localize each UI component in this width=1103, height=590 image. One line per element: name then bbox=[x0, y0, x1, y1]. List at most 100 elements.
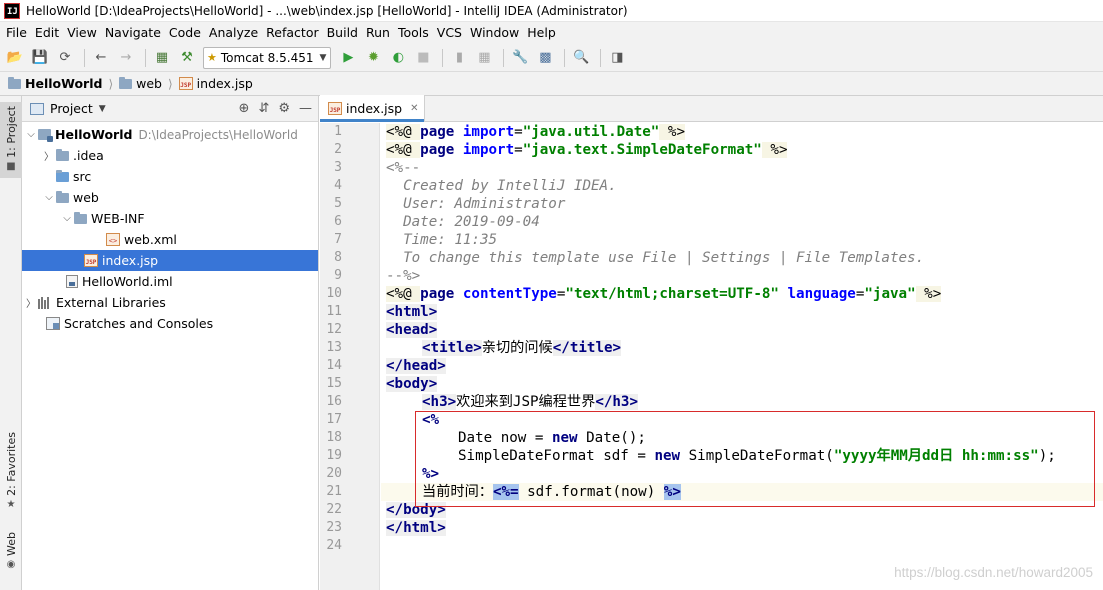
sync-icon[interactable]: ⟳ bbox=[54, 47, 76, 69]
build-module-icon[interactable]: ▦ bbox=[151, 47, 173, 69]
menu-file[interactable]: File bbox=[2, 22, 31, 44]
menu-tools[interactable]: Tools bbox=[394, 22, 433, 44]
debug-icon[interactable]: ✹ bbox=[362, 47, 384, 69]
menu-help[interactable]: Help bbox=[523, 22, 560, 44]
profiler-icon[interactable]: ▦ bbox=[473, 47, 495, 69]
menu-vcs[interactable]: VCS bbox=[433, 22, 466, 44]
operator: = bbox=[514, 124, 523, 140]
collapse-all-icon[interactable]: ⇵ bbox=[258, 101, 269, 116]
menu-view[interactable]: View bbox=[63, 22, 101, 44]
chevron-down-icon[interactable]: ⌵ bbox=[24, 129, 38, 140]
toolbar-separator bbox=[442, 48, 444, 67]
favorites-tool-tab[interactable]: 2: Favorites ★ bbox=[0, 432, 22, 518]
directive-close: %> bbox=[915, 286, 942, 302]
breadcrumb-web[interactable]: web bbox=[119, 76, 162, 91]
chevron-down-icon[interactable]: ⌵ bbox=[60, 213, 74, 224]
project-tool-tab[interactable]: 1: Project ■ bbox=[0, 102, 22, 178]
hammer-icon[interactable]: ⚒ bbox=[176, 47, 198, 69]
tree-item-index-jsp[interactable]: JSP index.jsp bbox=[22, 250, 318, 271]
directive-close: %> bbox=[761, 142, 788, 158]
menu-window[interactable]: Window bbox=[466, 22, 523, 44]
close-icon[interactable]: ✕ bbox=[410, 103, 418, 114]
search-icon[interactable]: 🔍 bbox=[570, 47, 592, 69]
chevron-right-icon[interactable]: 〉 bbox=[42, 148, 56, 163]
line-number: 9 bbox=[334, 268, 342, 283]
tab-index-jsp[interactable]: JSP index.jsp ✕ bbox=[320, 95, 426, 122]
tree-item-web-inf[interactable]: ⌵ WEB-INF bbox=[22, 208, 318, 229]
forward-arrow-icon[interactable]: → bbox=[115, 47, 137, 69]
html-tag: </head> bbox=[386, 358, 446, 374]
tree-item-scratches[interactable]: Scratches and Consoles bbox=[22, 313, 318, 334]
tree-item-label: WEB-INF bbox=[91, 211, 145, 226]
code-line: <%-- bbox=[386, 160, 421, 176]
tomcat-icon: ★ bbox=[207, 51, 217, 64]
code-line: <%@ page import="java.util.Date" %> bbox=[386, 123, 685, 141]
menu-build[interactable]: Build bbox=[323, 22, 362, 44]
jsp-file-icon: JSP bbox=[328, 101, 342, 115]
operator: = bbox=[514, 142, 523, 158]
tree-item-helloworld[interactable]: ⌵ HelloWorld D:\IdeaProjects\HelloWorld bbox=[22, 124, 318, 145]
code-line: Time: 11:35 bbox=[386, 232, 498, 248]
tree-item-web[interactable]: ⌵ web bbox=[22, 187, 318, 208]
tree-item-label: HelloWorld bbox=[55, 127, 133, 142]
chevron-right-icon[interactable]: 〉 bbox=[24, 295, 38, 310]
code-line: To change this template use File | Setti… bbox=[386, 250, 925, 266]
run-icon[interactable]: ▶ bbox=[337, 47, 359, 69]
iml-file-icon bbox=[66, 275, 78, 288]
toolbar-separator bbox=[84, 48, 85, 67]
line-number: 15 bbox=[326, 376, 342, 391]
back-arrow-icon[interactable]: ← bbox=[90, 47, 112, 69]
library-icon bbox=[38, 296, 52, 309]
menu-refactor[interactable]: Refactor bbox=[262, 22, 322, 44]
menu-run[interactable]: Run bbox=[362, 22, 394, 44]
code-line: <head> bbox=[386, 321, 438, 339]
folder-icon: ■ bbox=[6, 160, 16, 172]
settings-wrench-icon[interactable]: 🔧 bbox=[509, 47, 531, 69]
tree-item-web-xml[interactable]: <> web.xml bbox=[22, 229, 318, 250]
presentation-icon[interactable]: ◨ bbox=[606, 47, 628, 69]
locate-file-icon[interactable]: ⊕ bbox=[239, 101, 250, 116]
line-number: 18 bbox=[326, 430, 342, 445]
tree-item-src[interactable]: src bbox=[22, 166, 318, 187]
line-number: 2 bbox=[334, 142, 342, 157]
tree-item-external-libraries[interactable]: 〉 External Libraries bbox=[22, 292, 318, 313]
tree-item-label: Scratches and Consoles bbox=[64, 316, 214, 331]
keyword: page bbox=[420, 124, 455, 140]
run-configuration-dropdown[interactable]: ★ Tomcat 8.5.451 ▼ bbox=[203, 46, 332, 69]
web-tool-tab[interactable]: Web ◉ bbox=[0, 532, 22, 578]
tag-text: 亲切的问候 bbox=[481, 340, 553, 356]
menu-code[interactable]: Code bbox=[165, 22, 205, 44]
line-number: 6 bbox=[334, 214, 342, 229]
menu-edit[interactable]: Edit bbox=[31, 22, 63, 44]
code-editor[interactable]: 1 2 3 4 5 6 7 8 9 10 11 12 13 14 15 16 1… bbox=[320, 123, 1103, 590]
stop-icon[interactable]: ■ bbox=[412, 47, 434, 69]
gear-icon[interactable]: ⚙ bbox=[278, 101, 290, 116]
xml-file-icon: <> bbox=[106, 233, 120, 246]
globe-icon: ◉ bbox=[6, 558, 16, 570]
line-number: 4 bbox=[334, 178, 342, 193]
save-all-icon[interactable]: 💾 bbox=[29, 47, 51, 69]
menu-navigate[interactable]: Navigate bbox=[101, 22, 165, 44]
attach-debugger-icon[interactable]: ▮ bbox=[448, 47, 470, 69]
hide-panel-icon[interactable]: — bbox=[299, 101, 312, 116]
project-view-selector[interactable]: Project bbox=[50, 101, 93, 116]
tree-item-idea[interactable]: 〉 .idea bbox=[22, 145, 318, 166]
code-line: <h3>欢迎来到JSP编程世界</h3> bbox=[422, 393, 639, 411]
html-tag: </html> bbox=[386, 520, 446, 536]
project-structure-icon[interactable]: ▩ bbox=[534, 47, 556, 69]
run-config-label: Tomcat 8.5.451 bbox=[220, 50, 314, 65]
code-line: <%@ page contentType="text/html;charset=… bbox=[386, 286, 942, 302]
html-tag: </title> bbox=[552, 340, 622, 356]
open-folder-icon[interactable]: 📂 bbox=[4, 47, 26, 69]
line-number: 19 bbox=[326, 448, 342, 463]
title-bar: IJ HelloWorld [D:\IdeaProjects\HelloWorl… bbox=[0, 0, 1103, 22]
tree-item-helloworld-iml[interactable]: HelloWorld.iml bbox=[22, 271, 318, 292]
breadcrumb-file[interactable]: JSP index.jsp bbox=[178, 76, 253, 91]
breadcrumb-project[interactable]: HelloWorld bbox=[8, 76, 102, 91]
chevron-down-icon[interactable]: ▼ bbox=[99, 104, 106, 114]
chevron-down-icon[interactable]: ⌵ bbox=[42, 192, 56, 203]
directive-open: <%@ bbox=[386, 286, 421, 302]
code-line: <title>亲切的问候</title> bbox=[422, 339, 622, 357]
menu-analyze[interactable]: Analyze bbox=[205, 22, 262, 44]
run-with-coverage-icon[interactable]: ◐ bbox=[387, 47, 409, 69]
